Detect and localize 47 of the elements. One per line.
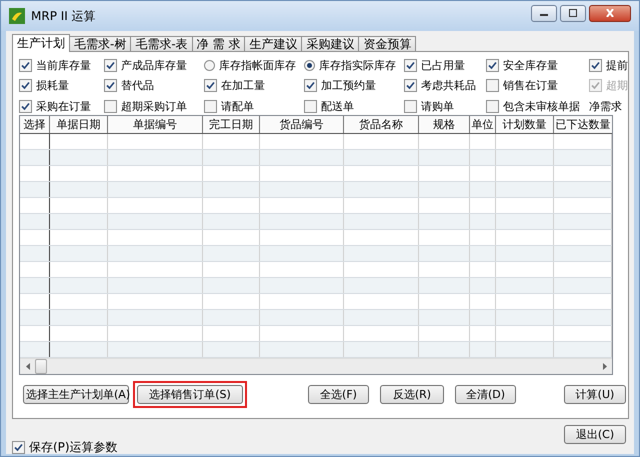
column-header[interactable]: 规格: [419, 116, 470, 133]
action-button[interactable]: 全选(F): [308, 385, 369, 404]
column-header[interactable]: 选择: [20, 116, 50, 133]
column-header[interactable]: 货品编号: [260, 116, 344, 133]
tab[interactable]: 净 需 求: [192, 36, 246, 51]
tab[interactable]: 资金预算: [358, 36, 416, 51]
option-label: 替代品: [121, 78, 154, 94]
option-label: 加工预约量: [321, 78, 376, 94]
option-label: 超期: [606, 78, 628, 94]
column-header[interactable]: 单据编号: [108, 116, 203, 133]
column-header[interactable]: 单位: [470, 116, 496, 133]
option-label: 库存指实际库存: [319, 58, 396, 72]
action-button[interactable]: 选择销售订单(S): [137, 385, 243, 404]
tab[interactable]: 毛需求-树: [69, 36, 132, 51]
column-header[interactable]: 已下达数量: [554, 116, 612, 133]
tab[interactable]: 毛需求-表: [130, 36, 193, 51]
option-label: 请配单: [221, 98, 254, 114]
option-label: 产成品库存量: [121, 58, 187, 72]
window-title: MRP II 运算: [31, 8, 96, 24]
option-label: 销售在订量: [503, 78, 558, 94]
option-label: 配送单: [321, 98, 354, 114]
action-button[interactable]: 反选(R): [380, 385, 444, 404]
option-label: 考虑共耗品: [421, 78, 476, 94]
option-label: 净需求: [589, 98, 622, 114]
exit-button[interactable]: 退出(C): [564, 425, 626, 444]
option-label: 在加工量: [221, 78, 265, 94]
action-button[interactable]: 计算(U): [564, 385, 626, 404]
column-header[interactable]: 单据日期: [50, 116, 108, 133]
column-header[interactable]: 计划数量: [496, 116, 554, 133]
option-label: 当前库存量: [36, 58, 91, 72]
column-header[interactable]: 货品名称: [344, 116, 419, 133]
option-label: 安全库存量: [503, 58, 558, 72]
column-header[interactable]: 完工日期: [203, 116, 260, 133]
option-label: 包含未审核单据: [503, 98, 580, 114]
option-label: 保存(P)运算参数: [29, 438, 118, 456]
option-label: 损耗量: [36, 78, 69, 94]
option-label: 请购单: [421, 98, 454, 114]
option-label: 已占用量: [421, 58, 465, 72]
option-label: 库存指帐面库存: [219, 58, 296, 72]
tab[interactable]: 生产计划: [12, 34, 70, 52]
tab[interactable]: 生产建议: [244, 36, 302, 51]
tab[interactable]: 采购建议: [301, 36, 360, 51]
option-label: 提前: [606, 58, 628, 72]
action-button[interactable]: 选择主生产计划单(A): [23, 385, 129, 404]
option-label: 超期采购订单: [121, 98, 187, 114]
option-label: 采购在订量: [36, 98, 91, 114]
action-button[interactable]: 全清(D): [455, 385, 516, 404]
